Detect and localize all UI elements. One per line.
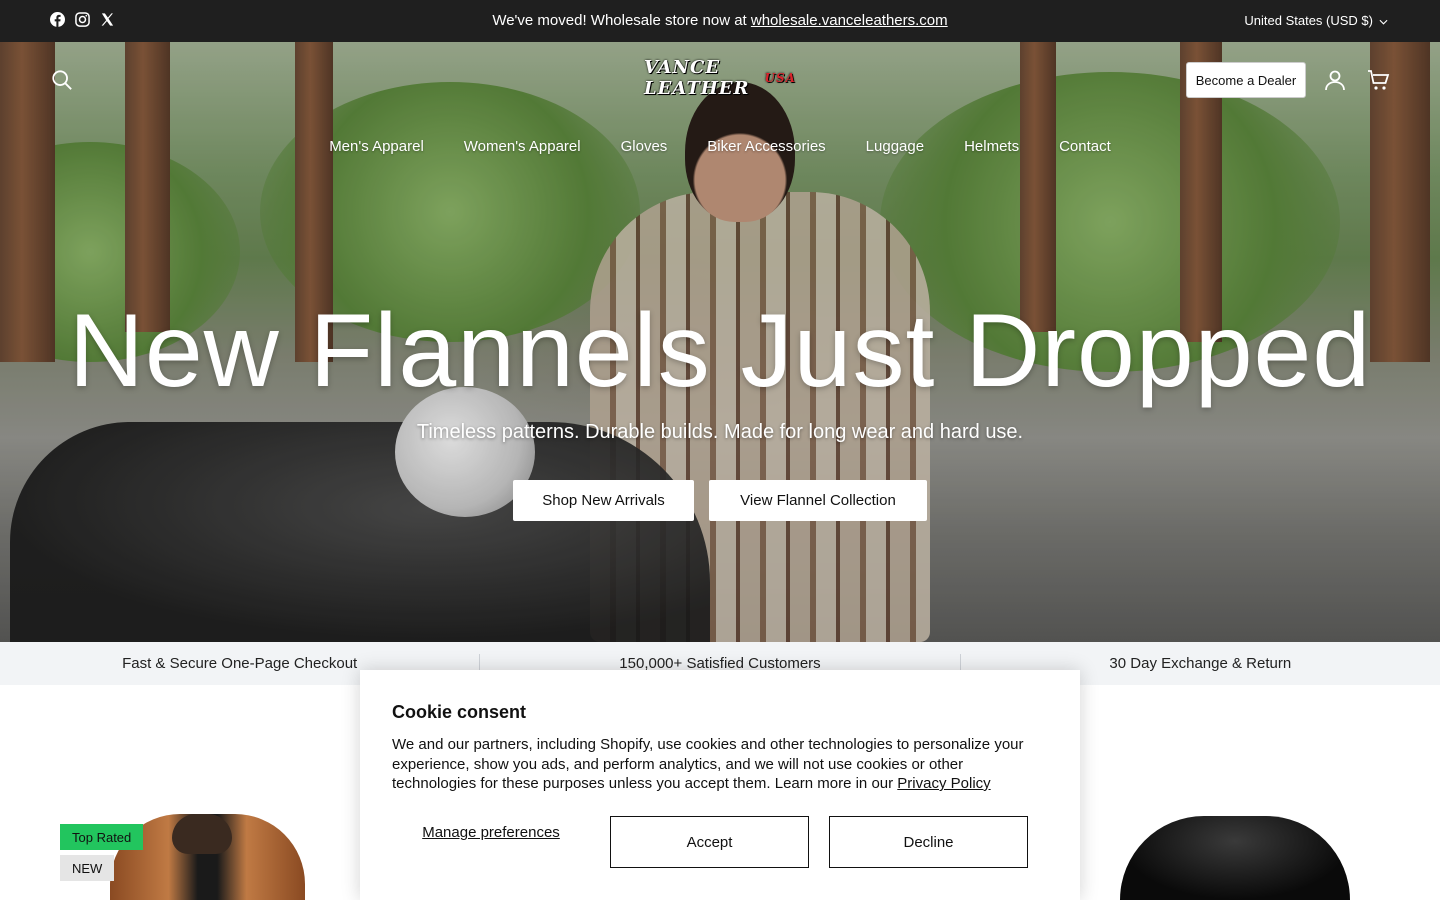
nav-gloves[interactable]: Gloves <box>621 138 668 155</box>
cookie-consent-dialog: Cookie consent We and our partners, incl… <box>360 670 1080 900</box>
shop-new-arrivals-button[interactable]: Shop New Arrivals <box>513 480 694 521</box>
cookie-title: Cookie consent <box>392 702 527 722</box>
product-image-model-head <box>172 814 232 854</box>
cart-icon[interactable] <box>1366 67 1392 93</box>
wholesale-link[interactable]: wholesale.vanceleathers.com <box>751 12 948 29</box>
nav-biker-accessories[interactable]: Biker Accessories <box>707 138 825 155</box>
logo-badge: USA <box>764 71 796 85</box>
announcement-bar: We've moved! Wholesale store now at whol… <box>0 0 1440 42</box>
nav-womens-apparel[interactable]: Women's Apparel <box>464 138 581 155</box>
announcement-text: We've moved! Wholesale store now at whol… <box>0 12 1440 29</box>
social-links <box>50 12 115 27</box>
facebook-icon[interactable] <box>50 12 65 27</box>
account-icon[interactable] <box>1322 67 1348 93</box>
nav-mens-apparel[interactable]: Men's Apparel <box>329 138 424 155</box>
view-flannel-collection-button[interactable]: View Flannel Collection <box>709 480 927 521</box>
announcement-prefix: We've moved! Wholesale store now at <box>492 12 751 29</box>
brand-logo[interactable]: VANCE LEATHER USA <box>644 57 796 99</box>
become-dealer-button[interactable]: Become a Dealer <box>1186 62 1306 98</box>
hero-subtitle: Timeless patterns. Durable builds. Made … <box>416 421 1024 443</box>
product-image-black-jacket[interactable] <box>1120 816 1350 900</box>
chevron-down-icon <box>1379 13 1388 28</box>
logo-text: VANCE LEATHER <box>644 57 750 99</box>
x-icon[interactable] <box>100 12 115 27</box>
hero-title: New Flannels Just Dropped <box>68 293 1372 409</box>
accept-button[interactable]: Accept <box>610 816 809 868</box>
currency-label: United States (USD $) <box>1244 13 1373 28</box>
nav-luggage[interactable]: Luggage <box>866 138 924 155</box>
cookie-body: We and our partners, including Shopify, … <box>392 735 1048 794</box>
decline-button[interactable]: Decline <box>829 816 1028 868</box>
badge-top-rated: Top Rated <box>60 824 144 850</box>
privacy-policy-link[interactable]: Privacy Policy <box>897 775 990 792</box>
nav-helmets[interactable]: Helmets <box>964 138 1019 155</box>
search-icon[interactable] <box>50 68 74 92</box>
main-navigation: Men's Apparel Women's Apparel Gloves Bik… <box>0 138 1440 155</box>
nav-contact[interactable]: Contact <box>1059 138 1111 155</box>
instagram-icon[interactable] <box>75 12 90 27</box>
badge-new: NEW <box>60 855 115 881</box>
currency-selector[interactable]: United States (USD $) <box>1244 13 1388 28</box>
manage-preferences-link[interactable]: Manage preferences <box>392 824 590 842</box>
